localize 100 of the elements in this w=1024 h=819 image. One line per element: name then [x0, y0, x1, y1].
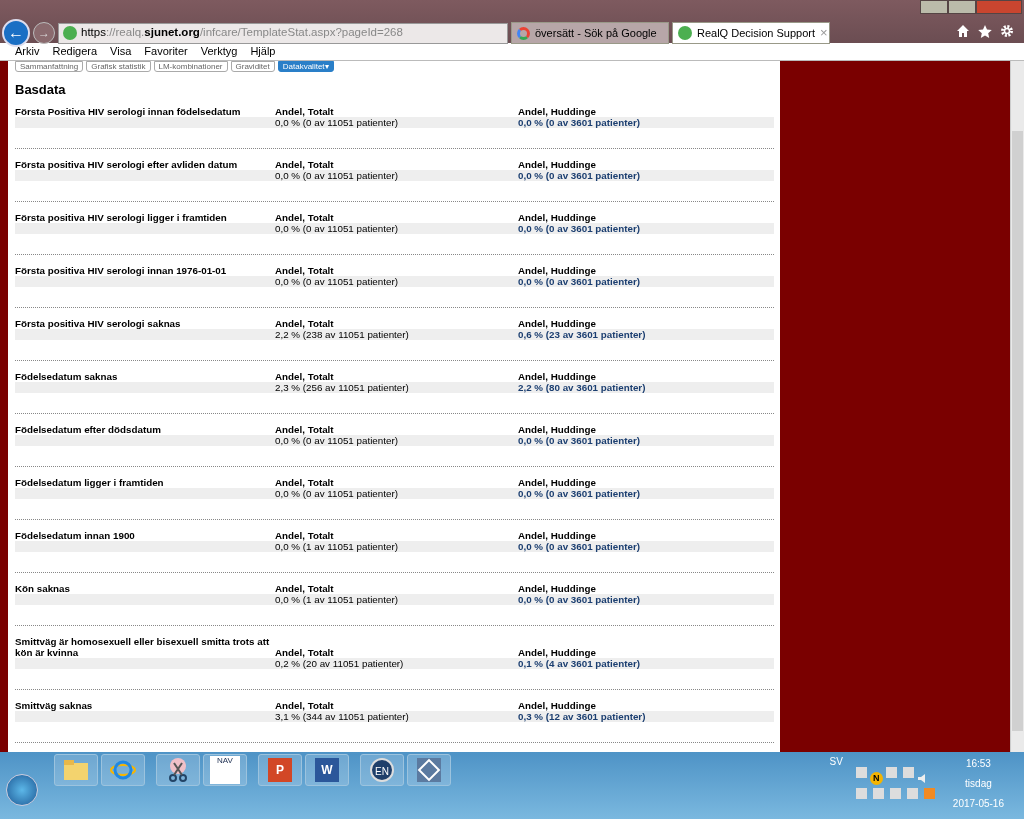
- column-label: Andel, Huddinge: [518, 423, 597, 435]
- google-g-icon: [517, 26, 530, 40]
- local-value: 0,0 % (0 av 3601 patienter): [518, 434, 641, 446]
- page-tab[interactable]: Datakvalitet▾: [277, 61, 334, 72]
- total-value: 3,1 % (344 av 11051 patienter): [275, 710, 410, 722]
- page-tab[interactable]: Graviditet: [230, 61, 275, 72]
- tray-icon[interactable]: [902, 767, 914, 778]
- back-button[interactable]: ←: [2, 19, 30, 47]
- column-label: Andel, Totalt: [275, 211, 335, 223]
- minimize-button[interactable]: [920, 0, 948, 14]
- browser-e-icon[interactable]: [101, 754, 145, 786]
- check-title: Födelsedatum ligger i framtiden: [15, 476, 165, 488]
- column-label: Andel, Huddinge: [518, 264, 597, 276]
- total-value: 2,3 % (256 av 11051 patienter): [275, 381, 410, 393]
- settings-icon[interactable]: [1000, 24, 1014, 38]
- menu-item[interactable]: Favoriter: [144, 43, 188, 60]
- home-icon[interactable]: [956, 24, 970, 38]
- local-value: 0,0 % (0 av 3601 patienter): [518, 540, 641, 552]
- forward-button[interactable]: →: [33, 22, 55, 44]
- column-label: Andel, Totalt: [275, 646, 335, 658]
- total-value: 0,0 % (0 av 11051 patienter): [275, 487, 399, 499]
- column-label: Andel, Totalt: [275, 423, 335, 435]
- column-label: Andel, Totalt: [275, 476, 335, 488]
- total-value: 0,0 % (0 av 11051 patienter): [275, 116, 399, 128]
- total-value: 0,0 % (0 av 11051 patienter): [275, 434, 399, 446]
- column-label: Andel, Huddinge: [518, 699, 597, 711]
- page-tab[interactable]: Sammanfattning: [15, 61, 84, 72]
- column-label: Andel, Huddinge: [518, 370, 597, 382]
- local-value: 2,2 % (80 av 3601 patienter): [518, 381, 647, 393]
- tray-icon[interactable]: [872, 788, 884, 799]
- tray-icon[interactable]: [906, 788, 918, 799]
- tray-icon[interactable]: [885, 767, 897, 778]
- presentation-app-icon[interactable]: P: [258, 754, 302, 786]
- menu-item[interactable]: Redigera: [52, 43, 98, 60]
- url-text: https://realq.sjunet.org/infcare/TemplateStat.aspx?pageId=268: [81, 25, 403, 41]
- diamond-app-icon[interactable]: [407, 754, 451, 786]
- local-value: 0,6 % (23 av 3601 patienter): [518, 328, 647, 340]
- language-icon[interactable]: EN: [360, 754, 404, 786]
- check-title: Första positiva HIV serologi innan 1976-01-01: [15, 264, 228, 276]
- total-value: 2,2 % (238 av 11051 patienter): [275, 328, 410, 340]
- column-label: Andel, Totalt: [275, 158, 335, 170]
- check-title: Första Positiva HIV serologi innan födelsedatum: [15, 105, 242, 117]
- column-label: Andel, Huddinge: [518, 105, 597, 117]
- menu-item[interactable]: Hjälp: [250, 43, 276, 60]
- check-title: Första positiva HIV serologi saknas: [15, 317, 182, 329]
- check-title: Första positiva HIV serologi efter avliden datum: [15, 158, 239, 170]
- local-value: 0,0 % (0 av 3601 patienter): [518, 593, 641, 605]
- tray-icon[interactable]: [855, 767, 867, 778]
- page-tab[interactable]: LM-kombinationer: [153, 61, 228, 72]
- tray-icon[interactable]: [855, 788, 867, 799]
- column-label: Andel, Totalt: [275, 529, 335, 541]
- column-label: Andel, Huddinge: [518, 317, 597, 329]
- address-bar[interactable]: https://realq.sjunet.org/infcare/TemplateStat.aspx?pageId=268: [58, 22, 508, 44]
- menu-item[interactable]: Verktyg: [200, 43, 238, 60]
- start-button[interactable]: [6, 774, 38, 806]
- column-label: Andel, Totalt: [275, 317, 335, 329]
- tray-badge[interactable]: N: [869, 772, 883, 785]
- speaker-icon[interactable]: [916, 772, 928, 784]
- folder-icon[interactable]: [54, 754, 98, 786]
- star-icon[interactable]: [978, 24, 992, 38]
- total-value: 0,0 % (0 av 11051 patienter): [275, 222, 399, 234]
- total-value: 0,0 % (1 av 11051 patienter): [275, 540, 399, 552]
- check-title: Smittväg är homosexuell eller bisexuell smitta trots att kön är kvinna: [15, 635, 271, 658]
- column-label: Andel, Totalt: [275, 264, 335, 276]
- menu-item[interactable]: Visa: [110, 43, 132, 60]
- check-title: Födelsedatum efter dödsdatum: [15, 423, 162, 435]
- total-value: 0,0 % (1 av 11051 patienter): [275, 593, 399, 605]
- check-title: Första positiva HIV serologi ligger i framtiden: [15, 211, 228, 223]
- column-label: Andel, Totalt: [275, 105, 335, 117]
- check-title: Födelsedatum innan 1900: [15, 529, 136, 541]
- check-title: Födelsedatum saknas: [15, 370, 119, 382]
- total-value: 0,0 % (0 av 11051 patienter): [275, 275, 399, 287]
- page-tab[interactable]: Grafisk statistik: [86, 61, 151, 72]
- local-value: 0,0 % (0 av 3601 patienter): [518, 222, 641, 234]
- local-value: 0,0 % (0 av 3601 patienter): [518, 487, 641, 499]
- local-value: 0,0 % (0 av 3601 patienter): [518, 116, 641, 128]
- local-value: 0,3 % (12 av 3601 patienter): [518, 710, 647, 722]
- local-value: 0,0 % (0 av 3601 patienter): [518, 169, 641, 181]
- total-value: 0,0 % (0 av 11051 patienter): [275, 169, 399, 181]
- maximize-button[interactable]: [948, 0, 976, 14]
- column-label: Andel, Totalt: [275, 582, 335, 594]
- browser-tab[interactable]: RealQ Decision Support ×: [672, 22, 830, 44]
- browser-tab[interactable]: översätt - Sök på Google: [511, 22, 669, 44]
- check-title: Kön saknas: [15, 582, 71, 594]
- column-label: Andel, Huddinge: [518, 211, 597, 223]
- document-app-icon[interactable]: W: [305, 754, 349, 786]
- scissors-icon[interactable]: [156, 754, 200, 786]
- column-label: Andel, Huddinge: [518, 529, 597, 541]
- tray-icon[interactable]: [889, 788, 901, 799]
- check-title: Smittväg saknas: [15, 699, 94, 711]
- column-label: Andel, Huddinge: [518, 158, 597, 170]
- local-value: 0,1 % (4 av 3601 patienter): [518, 657, 641, 669]
- column-label: Andel, Huddinge: [518, 582, 597, 594]
- section-heading: Basdata: [15, 81, 67, 99]
- column-label: Andel, Totalt: [275, 699, 335, 711]
- column-label: Andel, Huddinge: [518, 646, 597, 658]
- nav-app-icon[interactable]: NAV: [203, 754, 247, 786]
- column-label: Andel, Totalt: [275, 370, 335, 382]
- column-label: Andel, Huddinge: [518, 476, 597, 488]
- local-value: 0,0 % (0 av 3601 patienter): [518, 275, 641, 287]
